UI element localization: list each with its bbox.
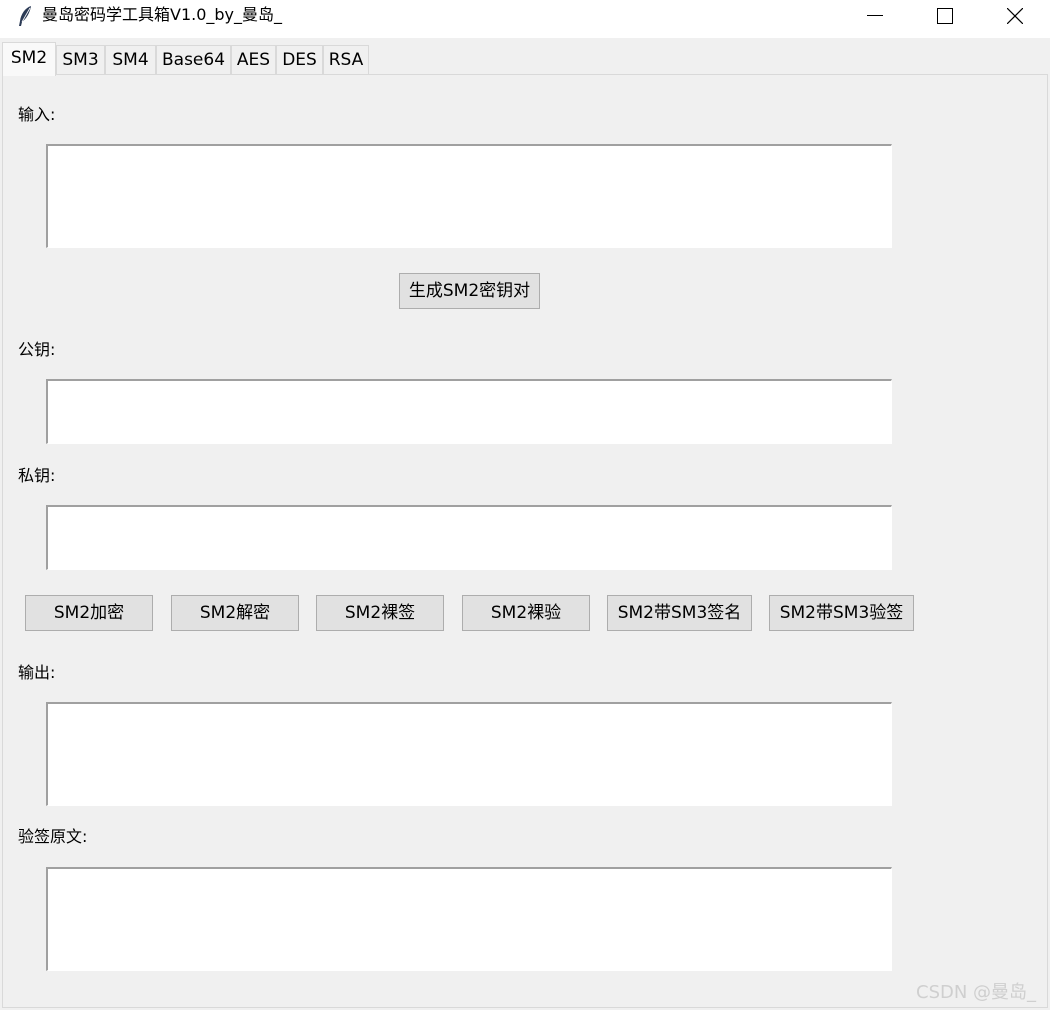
generate-sm2-keypair-button[interactable]: 生成SM2密钥对 [399, 273, 540, 309]
minimize-icon [867, 15, 883, 16]
sm2-encrypt-button[interactable]: SM2加密 [25, 595, 153, 631]
tab-aes[interactable]: AES [231, 45, 276, 75]
tab-sm3[interactable]: SM3 [56, 45, 105, 75]
output-textbox[interactable] [46, 702, 892, 806]
sm2-raw-verify-button[interactable]: SM2裸验 [462, 595, 590, 631]
sm2-decrypt-button[interactable]: SM2解密 [171, 595, 299, 631]
minimize-button[interactable] [840, 0, 910, 32]
watermark: CSDN @曼岛_ [916, 982, 1037, 1003]
tab-sm2[interactable]: SM2 [2, 42, 56, 76]
feather-icon [19, 6, 31, 26]
output-label: 输出: [18, 663, 56, 682]
private-key-textbox[interactable] [46, 505, 892, 570]
title-bar[interactable]: 曼岛密码学工具箱V1.0_by_曼岛_ [0, 0, 1050, 32]
public-key-textbox[interactable] [46, 379, 892, 444]
window-title: 曼岛密码学工具箱V1.0_by_曼岛_ [42, 5, 283, 24]
verify-text-label: 验签原文: [18, 827, 88, 846]
public-key-label: 公钥: [18, 340, 56, 359]
maximize-button[interactable] [910, 0, 980, 32]
tab-des[interactable]: DES [276, 45, 323, 75]
private-key-label: 私钥: [18, 466, 56, 485]
input-label: 输入: [18, 105, 56, 124]
input-textbox[interactable] [46, 144, 892, 248]
close-icon [1007, 8, 1023, 24]
sm2-sm3-verify-button[interactable]: SM2带SM3验签 [769, 595, 914, 631]
sm2-raw-sign-button[interactable]: SM2裸签 [316, 595, 444, 631]
maximize-icon [937, 8, 953, 24]
close-button[interactable] [980, 0, 1050, 32]
verify-text-textbox[interactable] [46, 867, 892, 971]
tab-base64[interactable]: Base64 [156, 45, 231, 75]
tab-rsa[interactable]: RSA [323, 45, 369, 75]
sm2-sm3-sign-button[interactable]: SM2带SM3签名 [607, 595, 752, 631]
tab-sm4[interactable]: SM4 [105, 45, 156, 75]
